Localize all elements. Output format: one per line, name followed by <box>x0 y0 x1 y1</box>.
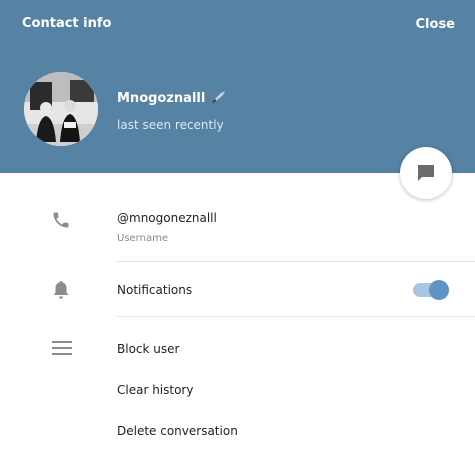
close-button[interactable]: Close <box>416 17 455 32</box>
divider <box>117 261 475 262</box>
panel-title: Contact info <box>22 16 112 31</box>
knife-icon <box>211 89 227 108</box>
username-label: Username <box>117 233 168 244</box>
bell-icon <box>52 280 70 304</box>
clear-history-button[interactable]: Clear history <box>117 383 193 397</box>
last-seen-status: last seen recently <box>117 118 224 132</box>
block-user-button[interactable]: Block user <box>117 342 179 356</box>
toggle-knob <box>429 280 449 300</box>
avatar[interactable] <box>24 72 98 146</box>
message-icon <box>418 165 434 181</box>
send-message-button[interactable] <box>400 147 452 199</box>
profile-header: Contact info Close Mnogoznalll last seen… <box>0 0 475 173</box>
username-value[interactable]: @mnogoneznalll <box>117 211 217 225</box>
contact-name-row: Mnogoznalll <box>117 89 227 108</box>
notifications-toggle[interactable] <box>413 280 449 300</box>
notifications-label: Notifications <box>117 283 193 297</box>
phone-icon <box>51 210 71 234</box>
delete-conversation-button[interactable]: Delete conversation <box>117 424 238 438</box>
contact-name: Mnogoznalll <box>117 91 206 106</box>
menu-icon <box>52 340 72 359</box>
divider <box>117 316 475 317</box>
